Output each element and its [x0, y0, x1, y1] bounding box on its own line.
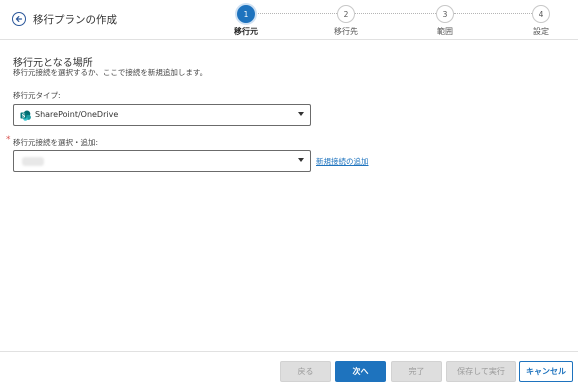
- required-marker: *: [6, 135, 11, 145]
- source-type-value: SharePoint/OneDrive: [35, 110, 119, 119]
- step-3-label: 範囲: [437, 27, 453, 36]
- step-4-indicator: 4: [532, 5, 550, 23]
- save-and-run-button[interactable]: 保存して実行: [446, 361, 516, 382]
- step-3-indicator: 3: [436, 5, 454, 23]
- chevron-down-icon: [298, 158, 304, 162]
- header: 移行プランの作成 1 2 3 4 移行元 移行先 範囲 設定: [0, 0, 578, 40]
- back-button[interactable]: 戻る: [280, 361, 331, 382]
- next-button[interactable]: 次へ: [335, 361, 386, 382]
- finish-button[interactable]: 完了: [391, 361, 442, 382]
- stepper-connector: [255, 13, 337, 14]
- page-title: 移行プランの作成: [33, 14, 117, 26]
- back-arrow-icon[interactable]: [12, 12, 26, 26]
- add-new-connection-link[interactable]: 新規接続の追加: [316, 156, 369, 167]
- cancel-button[interactable]: キャンセル: [519, 361, 573, 382]
- step-2-label: 移行先: [334, 27, 358, 36]
- step-4-label: 設定: [533, 27, 549, 36]
- chevron-down-icon: [298, 112, 304, 116]
- stepper-connector: [355, 13, 436, 14]
- step-1-label: 移行元: [234, 27, 258, 36]
- source-connection-select[interactable]: [13, 150, 311, 172]
- sharepoint-icon: S: [20, 110, 31, 121]
- stepper-connector: [454, 13, 532, 14]
- step-1-indicator: 1: [237, 5, 255, 23]
- redacted-connection-value: [22, 157, 44, 166]
- svg-text:S: S: [22, 113, 26, 119]
- source-connection-label: 移行元接続を選択・追加:: [13, 138, 99, 147]
- step-2-indicator: 2: [337, 5, 355, 23]
- section-description: 移行元接続を選択するか、ここで接続を新規追加します。: [13, 68, 208, 77]
- source-type-select[interactable]: S SharePoint/OneDrive: [13, 104, 311, 126]
- source-type-label: 移行元タイプ:: [13, 91, 61, 100]
